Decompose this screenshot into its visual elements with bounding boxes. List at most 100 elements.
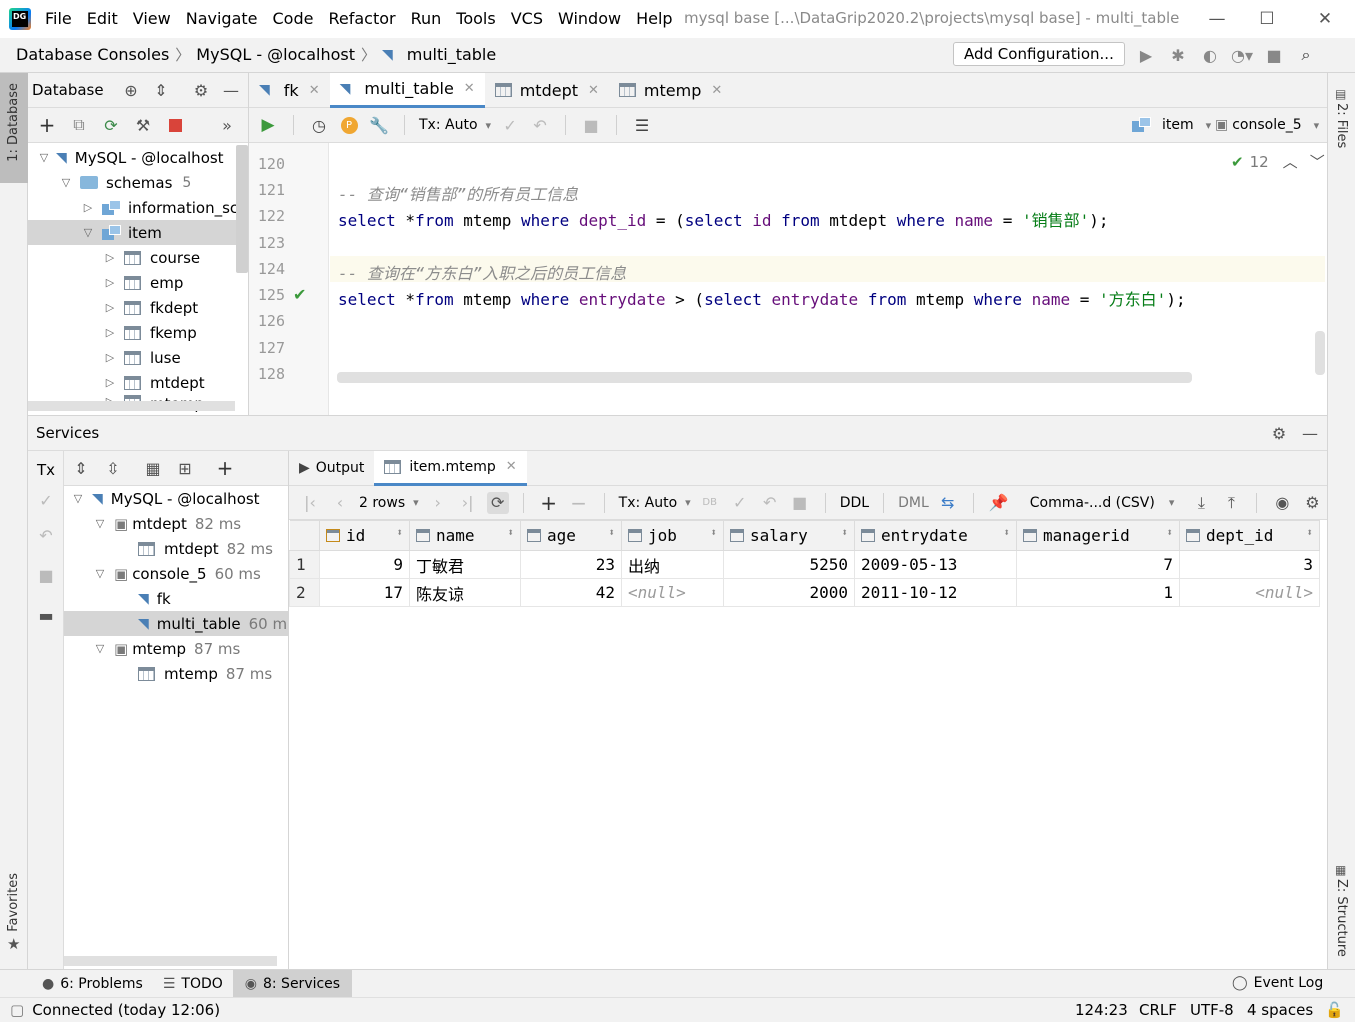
more-icon[interactable]: » — [216, 114, 238, 136]
next-page-icon[interactable]: › — [427, 492, 449, 514]
tab-output[interactable]: ▶ Output — [289, 451, 374, 486]
profile-icon[interactable]: ◔▾ — [1231, 44, 1253, 66]
cell[interactable]: 5250 — [723, 550, 855, 579]
copy-icon[interactable]: ⧉ — [68, 114, 90, 136]
minimize-icon[interactable]: — — [1192, 0, 1242, 38]
pin-icon[interactable]: 📌 — [988, 492, 1010, 514]
schema-sync-icon[interactable]: ⚒ — [132, 114, 154, 136]
indent-setting[interactable]: 4 spaces — [1247, 1001, 1313, 1019]
close-tab-icon[interactable]: ✕ — [506, 459, 517, 474]
tree-node-schemas[interactable]: ▽ schemas 5 — [58, 170, 192, 195]
column-header-id[interactable]: id ⬍ — [319, 520, 410, 551]
tree-node-table[interactable]: ▷ emp — [102, 270, 184, 295]
chevron-right-icon[interactable]: ▷ — [102, 301, 118, 314]
close-tab-icon[interactable]: ✕ — [464, 81, 475, 96]
view-icon[interactable]: ◉ — [1271, 492, 1293, 514]
debug-icon[interactable]: ✱ — [1167, 44, 1189, 66]
rollback-icon[interactable]: ↶ — [35, 524, 57, 546]
cell[interactable]: 陈友谅 — [409, 578, 521, 607]
svc-node-session[interactable]: ▽ ▣ mtdept 82 ms — [92, 511, 241, 536]
commit-icon[interactable]: ✓ — [729, 492, 751, 514]
breadcrumb-multi-table[interactable]: multi_table — [407, 45, 496, 64]
rows-count[interactable]: 2 rows — [359, 495, 405, 511]
stop-icon[interactable]: ■ — [580, 114, 602, 136]
tree-node-information-schema[interactable]: ▷ information_sch — [80, 195, 248, 220]
gear-icon[interactable]: ⚙ — [1268, 422, 1290, 444]
first-page-icon[interactable]: |‹ — [299, 492, 321, 514]
tree-node-table[interactable]: ▷ fkemp — [102, 320, 197, 345]
cell[interactable]: 9 — [319, 550, 410, 579]
chevron-down-icon[interactable]: ▽ — [80, 226, 96, 239]
export-format-select[interactable]: Comma-...d (CSV) — [1030, 495, 1155, 511]
chevron-right-icon[interactable]: ▷ — [80, 201, 96, 214]
format-list-icon[interactable]: ☰ — [631, 114, 653, 136]
comment-line[interactable]: -- 查询在“方东白”入职之后的员工信息 — [338, 260, 626, 284]
editor-v-scrollbar[interactable] — [1315, 331, 1325, 375]
close-tab-icon[interactable]: ✕ — [711, 83, 722, 98]
cell[interactable]: 丁敏君 — [409, 550, 521, 579]
tab-multi-table[interactable]: ◥ multi_table ✕ — [329, 72, 485, 108]
chevron-down-icon[interactable]: ▽ — [36, 151, 52, 164]
menu-view[interactable]: View — [133, 9, 171, 28]
rollback-icon[interactable]: ↶ — [529, 114, 551, 136]
last-page-icon[interactable]: ›| — [457, 492, 479, 514]
menu-vcs[interactable]: VCS — [511, 9, 543, 28]
chevron-down-icon[interactable]: ▽ — [70, 492, 86, 505]
tree-node-table[interactable]: ▷ mtdept — [102, 370, 205, 395]
column-header-age[interactable]: age ⬍ — [520, 520, 622, 551]
file-encoding[interactable]: UTF-8 — [1190, 1001, 1234, 1019]
problems-tool-button[interactable]: ● 6: Problems — [42, 970, 153, 998]
editor-h-scrollbar[interactable] — [337, 372, 1192, 383]
menu-edit[interactable]: Edit — [87, 9, 118, 28]
svc-node-session[interactable]: ▽ ▣ console_5 60 ms — [92, 561, 261, 586]
refresh-icon[interactable]: ⟳ — [100, 114, 122, 136]
sort-icon[interactable]: ⬍ — [710, 526, 717, 539]
tree-node-localhost[interactable]: ▽ ◥ MySQL - @localhost — [36, 145, 224, 170]
chevron-right-icon[interactable]: ▷ — [102, 251, 118, 264]
menu-refactor[interactable]: Refactor — [328, 9, 395, 28]
sort-icon[interactable]: ⬍ — [841, 526, 848, 539]
menu-file[interactable]: File — [45, 9, 72, 28]
tree-h-scrollbar[interactable] — [28, 401, 235, 411]
cell[interactable]: 2009-05-13 — [854, 550, 1017, 579]
cell[interactable]: 2011-10-12 — [854, 578, 1017, 607]
sort-icon[interactable]: ⬍ — [507, 526, 514, 539]
chevron-right-icon[interactable]: ▷ — [102, 276, 118, 289]
svc-node-console[interactable]: ◥ fk — [138, 586, 171, 611]
tx-mode-select[interactable]: Tx: Auto — [619, 495, 678, 511]
collapse-all-icon[interactable]: ⇕ — [150, 79, 172, 101]
reload-icon[interactable]: ⟳ — [486, 491, 509, 514]
breadcrumb-database-consoles[interactable]: Database Consoles — [16, 45, 169, 64]
column-header-managerid[interactable]: managerid ⬍ — [1016, 520, 1180, 551]
column-header-job[interactable]: job ⬍ — [621, 520, 724, 551]
tree-node-item[interactable]: ▽ item — [28, 220, 248, 245]
search-icon[interactable]: ⌕ — [1295, 44, 1317, 66]
tab-mtemp[interactable]: mtemp ✕ — [609, 73, 732, 108]
menu-help[interactable]: Help — [636, 9, 672, 28]
gear-icon[interactable]: ⚙ — [190, 79, 212, 101]
svc-node-result[interactable]: mtemp 87 ms — [138, 661, 272, 686]
cell[interactable]: 1 — [1016, 578, 1180, 607]
column-header-entrydate[interactable]: entrydate ⬍ — [854, 520, 1017, 551]
chevron-right-icon[interactable]: ▷ — [102, 326, 118, 339]
chevron-down-icon[interactable]: ▾ — [1169, 496, 1175, 509]
chevron-right-icon[interactable]: ▷ — [102, 376, 118, 389]
tab-mtdept[interactable]: mtdept ✕ — [485, 73, 609, 108]
dml-button[interactable]: DML — [898, 495, 929, 511]
stop-icon[interactable]: ■ — [35, 564, 57, 586]
new-tab-icon[interactable]: ⊞ — [174, 457, 196, 479]
menu-code[interactable]: Code — [273, 9, 314, 28]
column-header-salary[interactable]: salary ⬍ — [723, 520, 855, 551]
inspection-widget[interactable]: ✔ 12 ︿ ﹀ — [1231, 151, 1325, 172]
cell[interactable]: 23 — [520, 550, 622, 579]
services-tree-h-scrollbar[interactable] — [64, 956, 277, 966]
run-icon[interactable]: ▶ — [1135, 44, 1157, 66]
menu-tools[interactable]: Tools — [456, 9, 495, 28]
tx-mode-select[interactable]: Tx: Auto — [419, 117, 478, 133]
todo-tool-button[interactable]: ☰ TODO — [153, 970, 233, 998]
history-icon[interactable]: ◷ — [308, 114, 330, 136]
menu-window[interactable]: Window — [558, 9, 621, 28]
download-icon[interactable]: ⤓ — [1190, 492, 1212, 514]
svc-node-result[interactable]: mtdept 82 ms — [138, 536, 273, 561]
comment-line[interactable]: -- 查询“销售部”的所有员工信息 — [338, 181, 578, 205]
